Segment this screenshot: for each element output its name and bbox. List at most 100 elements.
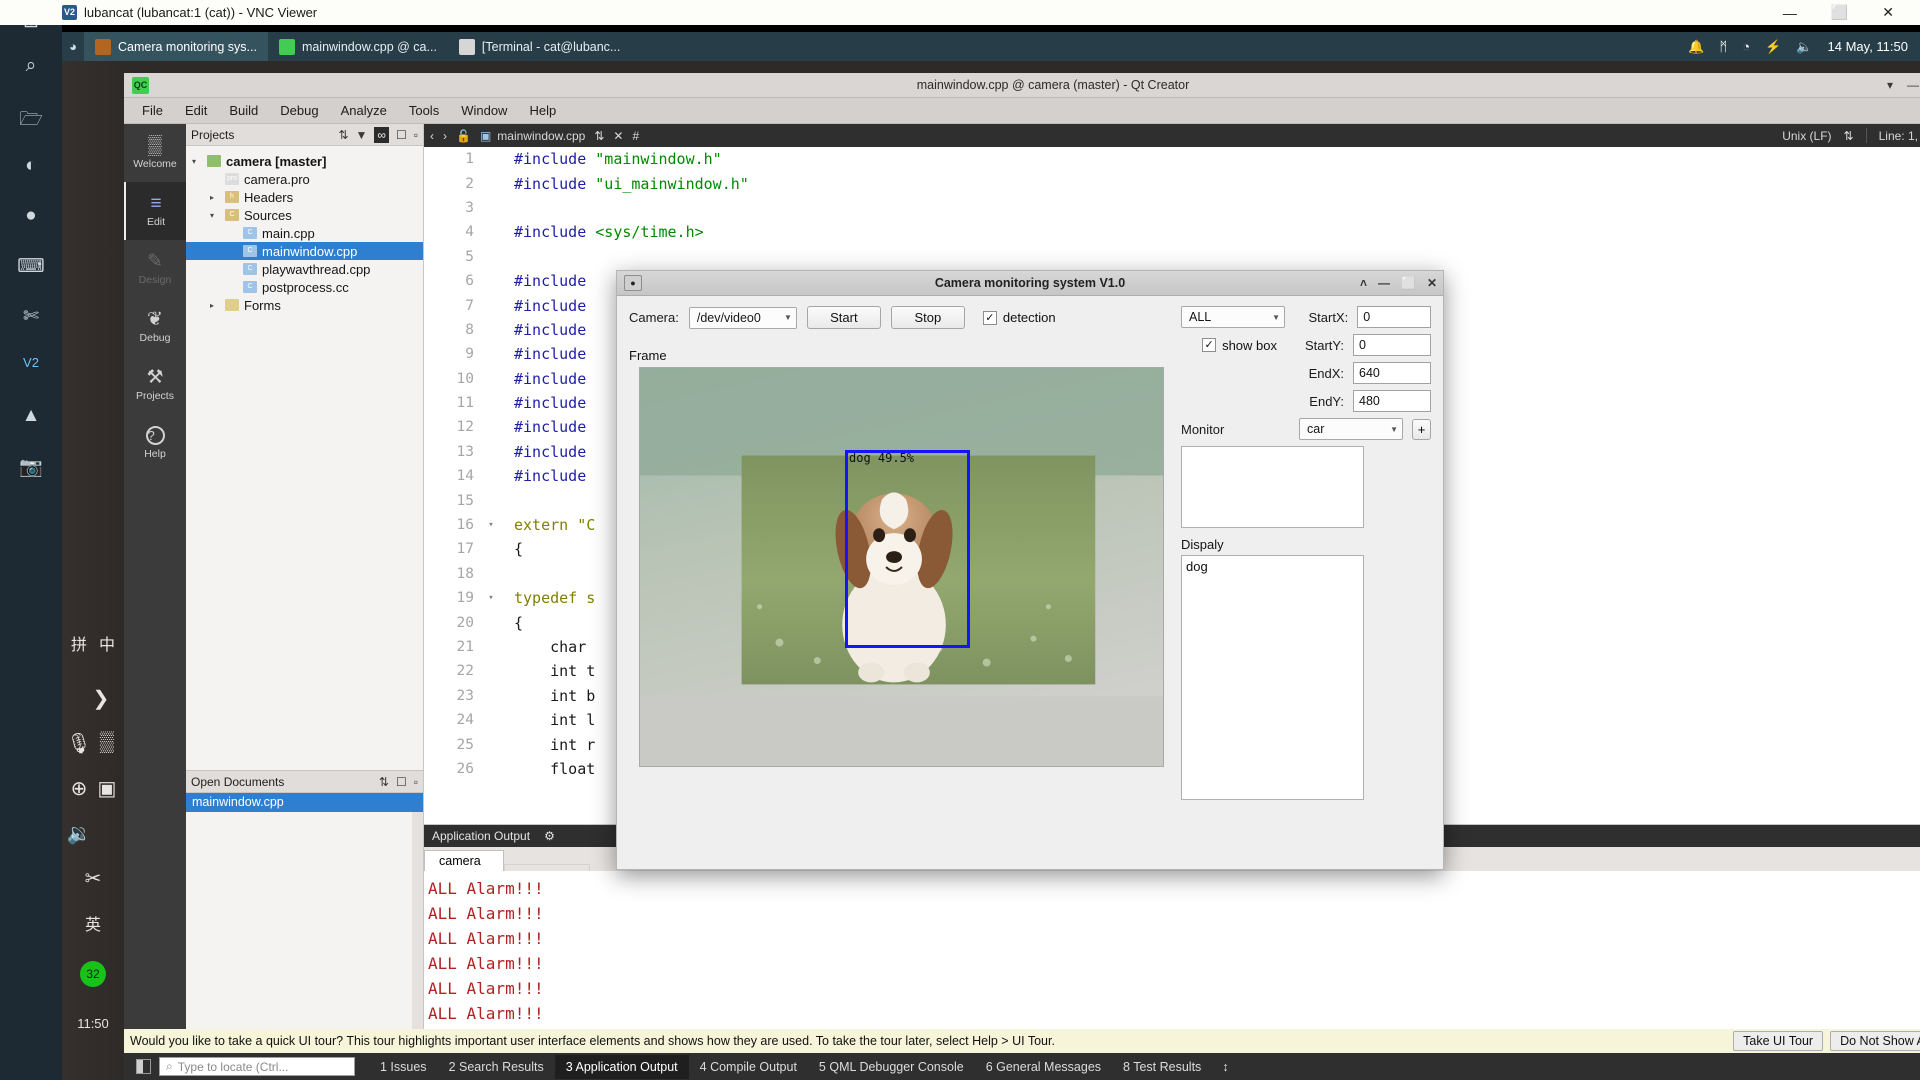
wifi-icon[interactable]: ◔ — [1742, 39, 1750, 54]
output-pane-button[interactable]: 2 Search Results — [438, 1055, 555, 1079]
camera-device-select[interactable]: /dev/video0 ▼ — [688, 306, 797, 329]
xodo-icon[interactable]: ▲ — [0, 405, 62, 427]
startx-input[interactable]: 0 — [1357, 306, 1431, 328]
filter-icon[interactable]: ▼ — [356, 128, 368, 142]
chrome-icon[interactable]: ● — [0, 205, 62, 227]
mode-welcome[interactable]: ▒ Welcome — [124, 124, 186, 182]
taskbar-item-terminal[interactable]: [Terminal - cat@lubanc... — [448, 32, 631, 61]
output-pane-updown-icon[interactable]: ↕ — [1222, 1060, 1228, 1074]
add-monitor-button[interactable]: + — [1412, 418, 1431, 440]
fold-marker-icon[interactable]: ▾ — [484, 520, 498, 530]
open-document-item[interactable]: mainwindow.cpp — [186, 793, 423, 812]
do-not-show-again-button[interactable]: Do Not Show Again — [1830, 1031, 1920, 1051]
project-tree-item[interactable]: ▾ camera [master] — [186, 152, 423, 170]
class-filter-select[interactable]: ALL ▼ — [1181, 306, 1285, 328]
project-tree-item[interactable]: Cplaywavthread.cpp — [186, 260, 423, 278]
output-pane-button[interactable]: 6 General Messages — [975, 1055, 1112, 1079]
start-button[interactable]: Start — [806, 306, 881, 329]
take-ui-tour-button[interactable]: Take UI Tour — [1733, 1031, 1824, 1051]
camera-icon[interactable]: 📷 — [0, 455, 62, 479]
output-pane-button[interactable]: 4 Compile Output — [689, 1055, 808, 1079]
output-pane-button[interactable]: 5 QML Debugger Console — [808, 1055, 975, 1079]
qt-shade-button[interactable]: ▾ — [1887, 78, 1893, 92]
menu-file[interactable]: File — [142, 103, 163, 118]
editor-filename[interactable]: mainwindow.cpp — [497, 129, 585, 143]
file-explorer-icon[interactable]: 🗁 — [0, 105, 62, 137]
taskbar-item-camera[interactable]: Camera monitoring sys... — [84, 32, 268, 61]
project-tree-item[interactable]: ▸ Forms — [186, 296, 423, 314]
display-list-item[interactable]: dog — [1186, 559, 1363, 574]
editor-close-icon[interactable]: ✕ — [613, 129, 623, 143]
english-input-icon[interactable]: 英 — [62, 911, 124, 935]
project-tree-item[interactable]: pro camera.pro — [186, 170, 423, 188]
symbol-selector[interactable]: # — [632, 129, 639, 143]
clock[interactable]: 14 May, 11:50 — [1828, 39, 1908, 54]
forward-icon[interactable]: › — [443, 129, 447, 143]
qt-minimize-button[interactable]: — — [1907, 78, 1919, 92]
firefox-icon[interactable]: ◐ — [0, 155, 62, 177]
clock-icon[interactable]: 11:50 — [62, 1016, 124, 1031]
menu-help[interactable]: Help — [529, 103, 556, 118]
menu-window[interactable]: Window — [461, 103, 507, 118]
line-ending-selector[interactable]: Unix (LF) — [1782, 129, 1831, 143]
close-icon[interactable]: ▫ — [414, 775, 418, 789]
battery-32-icon[interactable]: 32 — [62, 961, 124, 987]
volume-icon[interactable]: 🔈 — [1796, 39, 1812, 55]
vnc-viewer-icon[interactable]: V2 — [0, 355, 62, 370]
camera-dialog-maximize-button[interactable]: ⬜ — [1401, 276, 1416, 290]
locator-input[interactable]: ⌕ Type to locate (Ctrl... — [159, 1057, 355, 1076]
menu-debug[interactable]: Debug — [280, 103, 318, 118]
vnc-minimize-button[interactable]: — — [1783, 5, 1797, 21]
vnc-close-button[interactable]: ✕ — [1882, 4, 1894, 21]
project-tree-item[interactable]: ▾ C Sources — [186, 206, 423, 224]
lock-icon[interactable]: 🔓 — [456, 129, 471, 143]
endx-input[interactable]: 640 — [1353, 362, 1431, 384]
starty-input[interactable]: 0 — [1353, 334, 1431, 356]
terminal-icon[interactable]: ⌨ — [0, 255, 62, 278]
display-list[interactable]: dog — [1181, 555, 1364, 800]
power-icon[interactable]: ⚡ — [1765, 39, 1781, 55]
fold-marker-icon[interactable]: ▾ — [484, 593, 498, 603]
output-pane-button[interactable]: 1 Issues — [369, 1055, 438, 1079]
link-icon[interactable]: ∞ — [374, 126, 389, 143]
menu-build[interactable]: Build — [229, 103, 258, 118]
project-tree-item[interactable]: ▸ h Headers — [186, 188, 423, 206]
sort-icon[interactable]: ⇅ — [338, 128, 348, 142]
camera-dialog-shade-button[interactable]: ˄ — [1360, 276, 1367, 290]
camera-dialog-minimize-button[interactable]: — — [1378, 276, 1390, 290]
taskbar-item-qtcreator[interactable]: mainwindow.cpp @ ca... — [268, 32, 448, 61]
vnc-maximize-button[interactable]: ⬜ — [1831, 4, 1848, 21]
output-pane-button[interactable]: 3 Application Output — [554, 1054, 689, 1079]
toggle-sidebar-button[interactable] — [136, 1059, 151, 1074]
disclosure-triangle-icon[interactable]: ▾ — [192, 157, 202, 166]
stop-button[interactable]: Stop — [890, 306, 965, 329]
split-icon[interactable]: ☐ — [396, 775, 407, 789]
disclosure-triangle-icon[interactable]: ▸ — [210, 193, 220, 202]
project-tree-item[interactable]: Cmain.cpp — [186, 224, 423, 242]
menu-analyze[interactable]: Analyze — [341, 103, 387, 118]
camera-frame-view[interactable]: dog 49.5% — [639, 367, 1164, 767]
output-settings-icon[interactable]: ⚙ — [544, 829, 555, 843]
close-icon[interactable]: ▫ — [414, 128, 418, 142]
project-tree-item[interactable]: Cpostprocess.cc — [186, 278, 423, 296]
back-icon[interactable]: ‹ — [430, 129, 434, 143]
output-tab-camera[interactable]: camera — [424, 850, 504, 871]
file-dropdown-icon[interactable]: ⇅ — [594, 129, 604, 143]
disclosure-triangle-icon[interactable]: ▸ — [210, 301, 220, 310]
mode-edit[interactable]: ≡ Edit — [124, 182, 186, 240]
disclosure-triangle-icon[interactable]: ▾ — [210, 211, 220, 220]
bluetooth-icon[interactable]: ᛗ — [1719, 39, 1727, 54]
volume-icon[interactable]: 🔉 — [62, 821, 110, 846]
bell-icon[interactable]: 🔔 — [1688, 39, 1704, 55]
link-chain-icon[interactable]: ✂ — [62, 866, 124, 891]
search-icon[interactable]: ⌕ — [0, 55, 62, 77]
camera-dialog-close-button[interactable]: ✕ — [1427, 276, 1437, 290]
line-ending-dropdown-icon[interactable]: ⇅ — [1844, 129, 1854, 143]
mode-projects[interactable]: ⚒ Projects — [124, 356, 186, 414]
menu-tools[interactable]: Tools — [409, 103, 439, 118]
mode-help[interactable]: ? Help — [124, 414, 186, 472]
sort-icon[interactable]: ⇅ — [379, 775, 389, 789]
expand-arrow-icon[interactable]: ❯ — [70, 686, 132, 711]
show-box-checkbox[interactable]: ✓ show box — [1202, 338, 1277, 353]
output-pane-button[interactable]: 8 Test Results — [1112, 1055, 1212, 1079]
